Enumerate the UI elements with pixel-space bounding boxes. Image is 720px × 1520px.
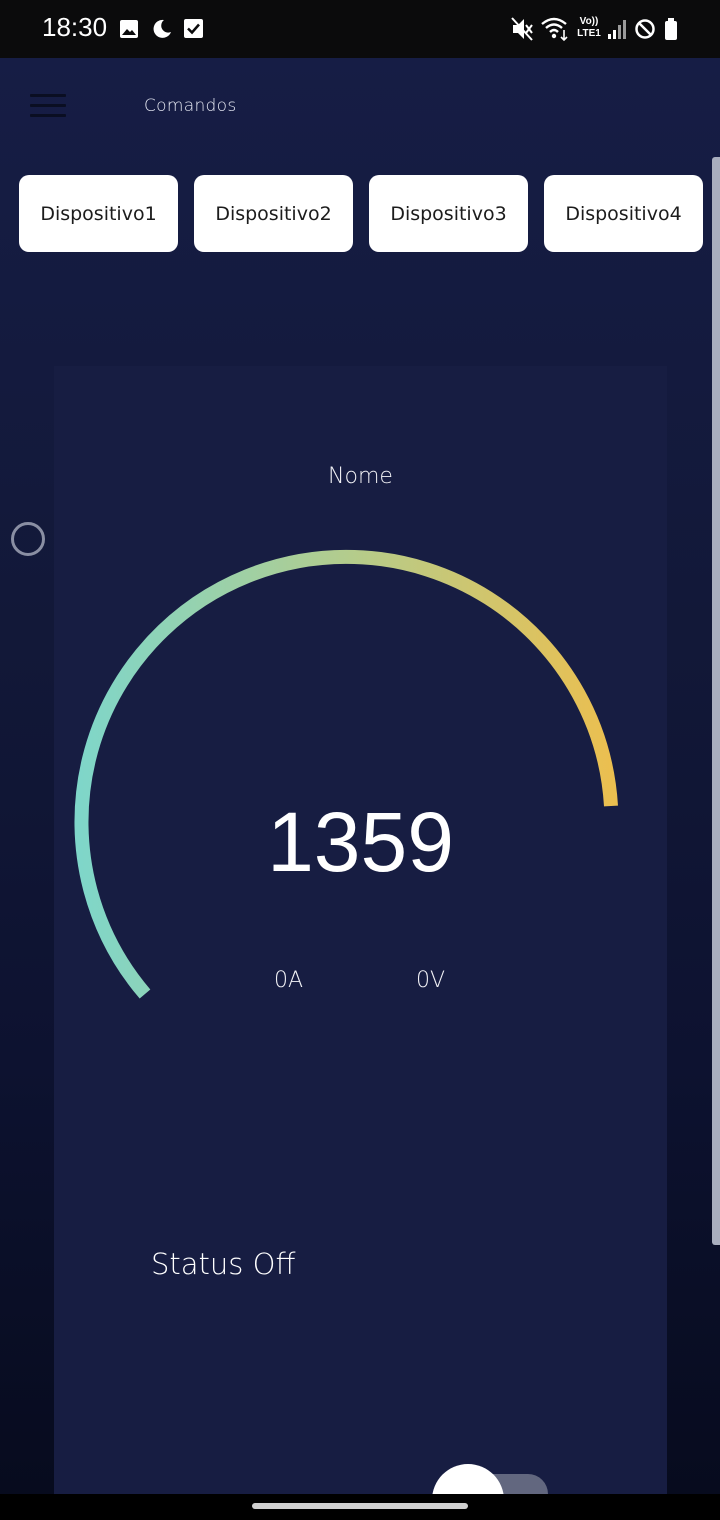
hamburger-menu-button[interactable] [30,92,68,122]
mute-icon [511,17,533,41]
menu-line [30,114,66,117]
device-button-2[interactable]: Dispositivo2 [194,175,353,252]
device-button-4[interactable]: Dispositivo4 [544,175,703,252]
side-radio-circle[interactable] [11,522,45,556]
menu-line [30,94,66,97]
volte-bottom-label: LTE1 [577,28,601,39]
volte-top-label: Vo)) [579,16,599,27]
volte-icon: Vo)) LTE1 [574,16,604,42]
app-screen: Comandos Dispositivo1 Dispositivo2 Dispo… [0,58,720,1494]
gauge-value: 1359 [267,795,454,889]
home-indicator[interactable] [252,1503,468,1509]
checkbox-icon [184,19,203,38]
current-reading: 0A [274,968,304,993]
battery-icon [665,18,677,40]
toggle-knob [432,1464,504,1494]
device-card: Nome 1359 0A 0V Status Off [54,366,667,1494]
status-label: Status Off [151,1247,296,1281]
power-toggle[interactable] [432,1464,548,1494]
voltage-reading: 0V [416,968,446,993]
no-disturb-icon [635,19,655,39]
wifi-icon [541,17,568,42]
signal-icon [608,20,626,39]
image-icon [120,20,138,38]
moon-icon [153,19,171,38]
menu-line [30,104,66,107]
device-button-3[interactable]: Dispositivo3 [369,175,528,252]
status-bar: 18:30 Vo)) LTE1 [0,0,720,58]
device-button-1[interactable]: Dispositivo1 [19,175,178,252]
device-tabs: Dispositivo1 Dispositivo2 Dispositivo3 D… [19,175,709,253]
page-title: Comandos [144,96,237,116]
scrollbar[interactable] [712,157,720,1245]
navigation-bar [0,1494,720,1520]
status-time: 18:30 [42,12,108,42]
gauge-arc [74,549,618,999]
